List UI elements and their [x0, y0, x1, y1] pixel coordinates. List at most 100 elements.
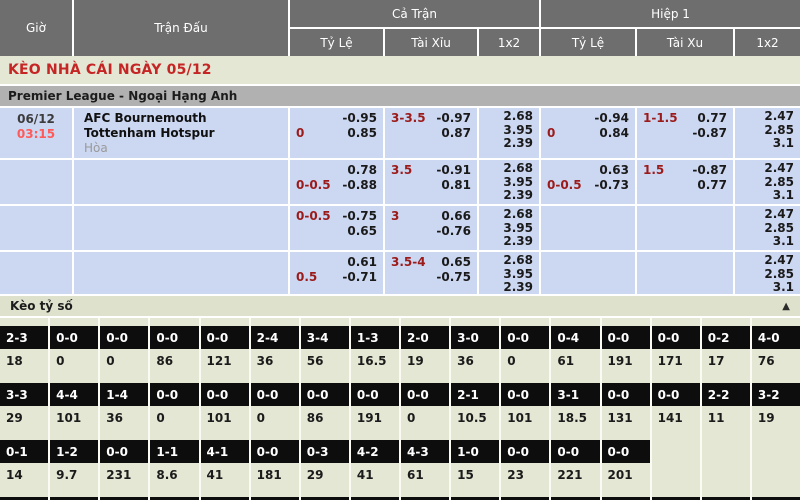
score-odds-section-header[interactable]: Kèo tỷ số ▲	[0, 294, 800, 318]
score-odds-value[interactable]: 171	[652, 349, 700, 372]
score-label[interactable]: 2-0	[401, 326, 449, 349]
score-label[interactable]: 0-0	[602, 383, 650, 406]
score-label[interactable]: 0-0	[602, 440, 650, 463]
half-overunder-odds-cell[interactable]: 1.5-0.870.77	[637, 160, 733, 204]
half-1x2-odds-cell[interactable]: 2.472.853.1	[735, 160, 800, 204]
score-label[interactable]: 0-0	[100, 326, 148, 349]
full-handicap-odds-cell[interactable]: 0.780-0.5-0.88	[290, 160, 383, 204]
half-overunder-odds-cell[interactable]	[637, 252, 733, 294]
score-label[interactable]: 2-2	[702, 383, 750, 406]
score-odds-value[interactable]: 8.6	[150, 463, 198, 486]
score-odds-value[interactable]: 9.7	[50, 463, 98, 486]
score-odds-value[interactable]: 221	[551, 463, 599, 486]
score-odds-value[interactable]: 131	[602, 406, 650, 429]
score-odds-value[interactable]: 121	[201, 349, 249, 372]
score-odds-value[interactable]: 29	[0, 406, 48, 429]
score-label[interactable]: 3-4	[301, 326, 349, 349]
score-label[interactable]: 1-1	[150, 440, 198, 463]
score-label[interactable]: 0-0	[501, 326, 549, 349]
score-odds-value[interactable]: 86	[301, 406, 349, 429]
score-odds-value[interactable]: 181	[251, 463, 299, 486]
score-odds-value[interactable]: 18	[0, 349, 48, 372]
score-odds-value[interactable]: 15	[451, 463, 499, 486]
score-odds-value[interactable]: 0	[251, 406, 299, 429]
score-label[interactable]: 0-1	[0, 440, 48, 463]
score-label[interactable]: 0-0	[150, 383, 198, 406]
score-odds-value[interactable]: 23	[501, 463, 549, 486]
score-odds-value[interactable]: 11	[702, 406, 750, 429]
score-label[interactable]: 4-2	[351, 440, 399, 463]
score-odds-value[interactable]: 0	[50, 349, 98, 372]
score-label[interactable]: 0-0	[201, 383, 249, 406]
score-odds-value[interactable]: 101	[201, 406, 249, 429]
score-odds-value[interactable]: 0	[401, 406, 449, 429]
score-odds-value[interactable]: 29	[301, 463, 349, 486]
half-overunder-odds-cell[interactable]: 1-1.50.77-0.87	[637, 108, 733, 158]
score-odds-value[interactable]: 19	[752, 406, 800, 429]
score-label[interactable]: 4-4	[50, 383, 98, 406]
full-overunder-odds-cell[interactable]: 3-3.5-0.970.87	[385, 108, 477, 158]
score-odds-value[interactable]: 36	[251, 349, 299, 372]
score-odds-value[interactable]: 191	[351, 406, 399, 429]
half-1x2-odds-cell[interactable]: 2.472.853.1	[735, 108, 800, 158]
score-label[interactable]: 0-4	[551, 326, 599, 349]
half-handicap-odds-cell[interactable]: 0.630-0.5-0.73	[541, 160, 635, 204]
score-odds-value[interactable]: 16.5	[351, 349, 399, 372]
full-1x2-odds-cell[interactable]: 2.683.952.39	[479, 108, 539, 158]
score-odds-value[interactable]: 101	[50, 406, 98, 429]
score-label[interactable]: 0-0	[150, 326, 198, 349]
full-overunder-odds-cell[interactable]: 30.66-0.76	[385, 206, 477, 250]
score-label[interactable]: 0-0	[652, 383, 700, 406]
full-handicap-odds-cell[interactable]: 0-0.5-0.750.65	[290, 206, 383, 250]
score-label[interactable]: 1-3	[351, 326, 399, 349]
score-odds-value[interactable]: 56	[301, 349, 349, 372]
score-odds-value[interactable]: 14	[0, 463, 48, 486]
score-label[interactable]: 0-0	[602, 326, 650, 349]
score-odds-value[interactable]: 191	[602, 349, 650, 372]
collapse-arrow-icon[interactable]: ▲	[782, 301, 790, 312]
score-odds-value[interactable]: 36	[451, 349, 499, 372]
score-label[interactable]: 3-0	[451, 326, 499, 349]
score-label[interactable]: 2-1	[451, 383, 499, 406]
score-label[interactable]: 0-0	[652, 326, 700, 349]
full-overunder-odds-cell[interactable]: 3.5-40.65-0.75	[385, 252, 477, 294]
score-odds-value[interactable]: 101	[501, 406, 549, 429]
score-odds-value[interactable]: 36	[100, 406, 148, 429]
score-label[interactable]: 0-0	[201, 326, 249, 349]
score-label[interactable]: 3-2	[752, 383, 800, 406]
half-overunder-odds-cell[interactable]	[637, 206, 733, 250]
score-label[interactable]: 0-0	[301, 383, 349, 406]
score-label[interactable]: 1-4	[100, 383, 148, 406]
score-label[interactable]: 0-3	[301, 440, 349, 463]
score-odds-value[interactable]: 61	[401, 463, 449, 486]
score-label[interactable]: 2-4	[251, 326, 299, 349]
full-overunder-odds-cell[interactable]: 3.5-0.910.81	[385, 160, 477, 204]
full-handicap-odds-cell[interactable]: 0.610.5-0.71	[290, 252, 383, 294]
score-label[interactable]: 1-2	[50, 440, 98, 463]
score-odds-value[interactable]: 61	[551, 349, 599, 372]
score-label[interactable]: 0-2	[702, 326, 750, 349]
score-label[interactable]: 0-0	[251, 383, 299, 406]
score-label[interactable]: 0-0	[501, 383, 549, 406]
score-odds-value[interactable]: 141	[652, 406, 700, 429]
score-odds-value[interactable]: 41	[351, 463, 399, 486]
score-odds-value[interactable]: 0	[150, 406, 198, 429]
full-handicap-odds-cell[interactable]: -0.9500.85	[290, 108, 383, 158]
half-handicap-odds-cell[interactable]	[541, 206, 635, 250]
score-label[interactable]: 1-0	[451, 440, 499, 463]
score-label[interactable]: 0-0	[401, 383, 449, 406]
score-odds-value[interactable]: 231	[100, 463, 148, 486]
score-label[interactable]: 2-3	[0, 326, 48, 349]
score-label[interactable]: 3-3	[0, 383, 48, 406]
score-label[interactable]: 0-0	[251, 440, 299, 463]
full-1x2-odds-cell[interactable]: 2.683.952.39	[479, 160, 539, 204]
score-odds-value[interactable]: 41	[201, 463, 249, 486]
score-odds-value[interactable]: 86	[150, 349, 198, 372]
score-label[interactable]: 0-0	[551, 440, 599, 463]
score-label[interactable]: 0-0	[100, 440, 148, 463]
half-1x2-odds-cell[interactable]: 2.472.853.1	[735, 252, 800, 294]
score-odds-value[interactable]: 18.5	[551, 406, 599, 429]
half-handicap-odds-cell[interactable]: -0.9400.84	[541, 108, 635, 158]
half-1x2-odds-cell[interactable]: 2.472.853.1	[735, 206, 800, 250]
score-odds-value[interactable]: 201	[602, 463, 650, 486]
